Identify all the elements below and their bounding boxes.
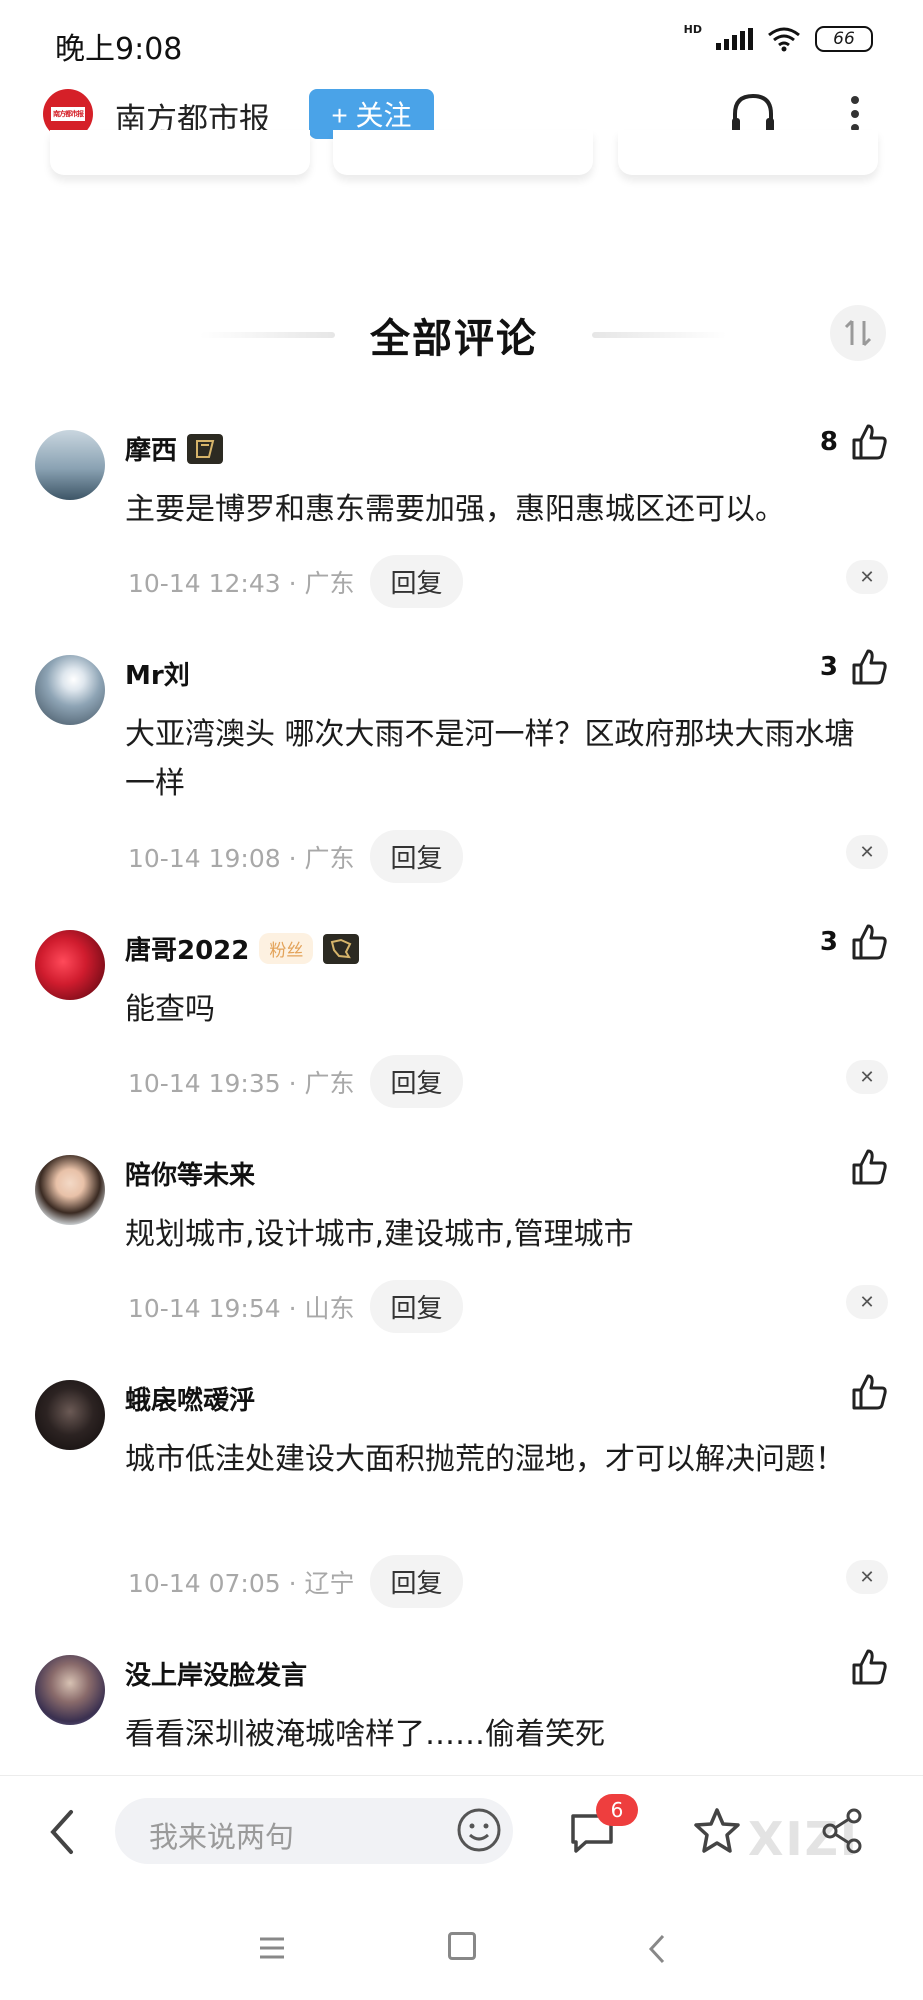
dismiss-icon[interactable]: ✕ <box>846 1285 888 1319</box>
wifi-icon <box>768 27 800 52</box>
comment-input[interactable]: 我来说两句 <box>115 1798 513 1864</box>
comment-meta: 10-14 07:05 · 辽宁 回复 <box>128 1555 463 1608</box>
like-button[interactable] <box>850 1147 888 1187</box>
comment-meta: 10-14 19:54 · 山东 回复 <box>128 1280 463 1333</box>
comment-time-location: 10-14 19:35 · 广东 <box>128 1068 355 1098</box>
comment-username[interactable]: 蛾扆嘫叆泘 <box>125 1380 255 1417</box>
comment-text: 规划城市,设计城市,建设城市,管理城市 <box>125 1217 634 1252</box>
like-button[interactable] <box>850 1372 888 1412</box>
favorite-star-icon[interactable] <box>692 1806 742 1856</box>
reply-button[interactable]: 回复 <box>370 830 463 883</box>
section-title: 全部评论 <box>370 316 538 362</box>
comment-username[interactable]: 没上岸没脸发言 <box>125 1655 307 1692</box>
thumbs-up-icon <box>852 424 887 460</box>
system-nav-bar <box>0 1888 923 2000</box>
comment-username[interactable]: 陪你等未来 <box>125 1155 255 1192</box>
reply-button[interactable]: 回复 <box>370 1280 463 1333</box>
username-text: 没上岸没脸发言 <box>125 1661 308 1691</box>
like-button[interactable] <box>850 1647 888 1687</box>
username-text: 陪你等未来 <box>125 1161 256 1191</box>
thumbs-up-icon <box>852 1649 887 1685</box>
thumbs-up-icon <box>852 1149 887 1185</box>
like-count: 8 <box>819 427 838 457</box>
comment-input-placeholder: 我来说两句 <box>149 1820 295 1854</box>
status-icons: HD 66 <box>683 22 873 52</box>
emoji-icon[interactable] <box>455 1806 503 1854</box>
username-text: 蛾扆嘫叆泘 <box>125 1386 256 1416</box>
comment-text: 主要是博罗和惠东需要加强，惠阳惠城区还可以。 <box>125 492 785 527</box>
thumbs-up-icon <box>852 1374 887 1410</box>
comment-text: 能查吗 <box>125 992 215 1027</box>
avatar[interactable] <box>35 930 105 1000</box>
comment-meta: 10-14 12:43 · 广东 回复 <box>128 555 463 608</box>
menu-icon[interactable] <box>258 1934 286 1962</box>
comment-meta: 10-14 19:08 · 广东 回复 <box>128 830 463 883</box>
reply-button[interactable]: 回复 <box>370 1555 463 1608</box>
logo-text: 南方都市报 <box>51 107 85 121</box>
comment-time-location: 10-14 19:08 · 广东 <box>128 843 355 873</box>
battery-icon: 66 <box>815 26 873 52</box>
avatar[interactable] <box>35 1655 105 1725</box>
dismiss-icon[interactable]: ✕ <box>846 835 888 869</box>
fan-tag: 粉丝 <box>259 933 314 964</box>
comment-time-location: 10-14 19:54 · 山东 <box>128 1293 355 1323</box>
comment-username[interactable]: Mr刘 <box>125 655 190 692</box>
avatar[interactable] <box>35 430 105 500</box>
status-time: 晚上9:08 <box>55 32 183 67</box>
like-count: 3 <box>819 927 838 957</box>
thumbs-up-icon <box>852 924 887 960</box>
related-cards <box>0 130 923 190</box>
signal-icon <box>716 28 753 50</box>
username-text: Mr刘 <box>125 661 190 691</box>
share-icon[interactable] <box>818 1806 866 1856</box>
user-badge-icon <box>187 433 224 464</box>
back-icon[interactable] <box>45 1806 79 1858</box>
user-badge-icon <box>323 933 360 964</box>
like-count: 3 <box>819 652 838 682</box>
comment-text: 看看深圳被淹城啥样了……偷着笑死 <box>125 1717 605 1752</box>
like-button[interactable]: 3 <box>820 922 888 962</box>
status-bar: 晚上9:08 HD 66 <box>0 0 923 82</box>
username-text: 唐哥2022 <box>125 936 250 966</box>
like-button[interactable]: 8 <box>820 422 888 462</box>
comment-time-location: 10-14 07:05 · 辽宁 <box>128 1568 355 1598</box>
divider <box>200 332 335 338</box>
dismiss-icon[interactable]: ✕ <box>846 560 888 594</box>
comment-username[interactable]: 唐哥2022 粉丝 <box>125 930 360 967</box>
avatar[interactable] <box>35 1380 105 1450</box>
comment-meta: 10-14 19:35 · 广东 回复 <box>128 1055 463 1108</box>
home-icon[interactable] <box>448 1932 476 1960</box>
comment-time-location: 10-14 12:43 · 广东 <box>128 568 355 598</box>
related-card[interactable] <box>333 130 593 175</box>
thumbs-up-icon <box>852 649 887 685</box>
comments-header: 全部评论 <box>0 300 923 362</box>
comment-text: 城市低洼处建设大面积抛荒的湿地，才可以解决问题！ <box>125 1442 845 1477</box>
related-card[interactable] <box>618 130 878 175</box>
reply-button[interactable]: 回复 <box>370 1055 463 1108</box>
avatar[interactable] <box>35 1155 105 1225</box>
sort-icon <box>844 319 872 347</box>
divider <box>592 332 727 338</box>
back-nav-icon[interactable] <box>643 1932 671 1966</box>
comment-username[interactable]: 摩西 <box>125 430 224 467</box>
reply-button[interactable]: 回复 <box>370 555 463 608</box>
network-type: HD <box>683 22 702 36</box>
related-card[interactable] <box>50 130 310 175</box>
username-text: 摩西 <box>125 436 178 466</box>
dismiss-icon[interactable]: ✕ <box>846 1560 888 1594</box>
bottom-action-bar: 我来说两句 6 XIZI <box>0 1775 923 1887</box>
avatar[interactable] <box>35 655 105 725</box>
dismiss-icon[interactable]: ✕ <box>846 1060 888 1094</box>
comment-count-badge: 6 <box>596 1794 638 1826</box>
comment-text: 大亚湾澳头 哪次大雨不是河一样？区政府那块大雨水塘一样 <box>125 717 855 801</box>
like-button[interactable]: 3 <box>820 647 888 687</box>
sort-button[interactable] <box>830 305 886 361</box>
